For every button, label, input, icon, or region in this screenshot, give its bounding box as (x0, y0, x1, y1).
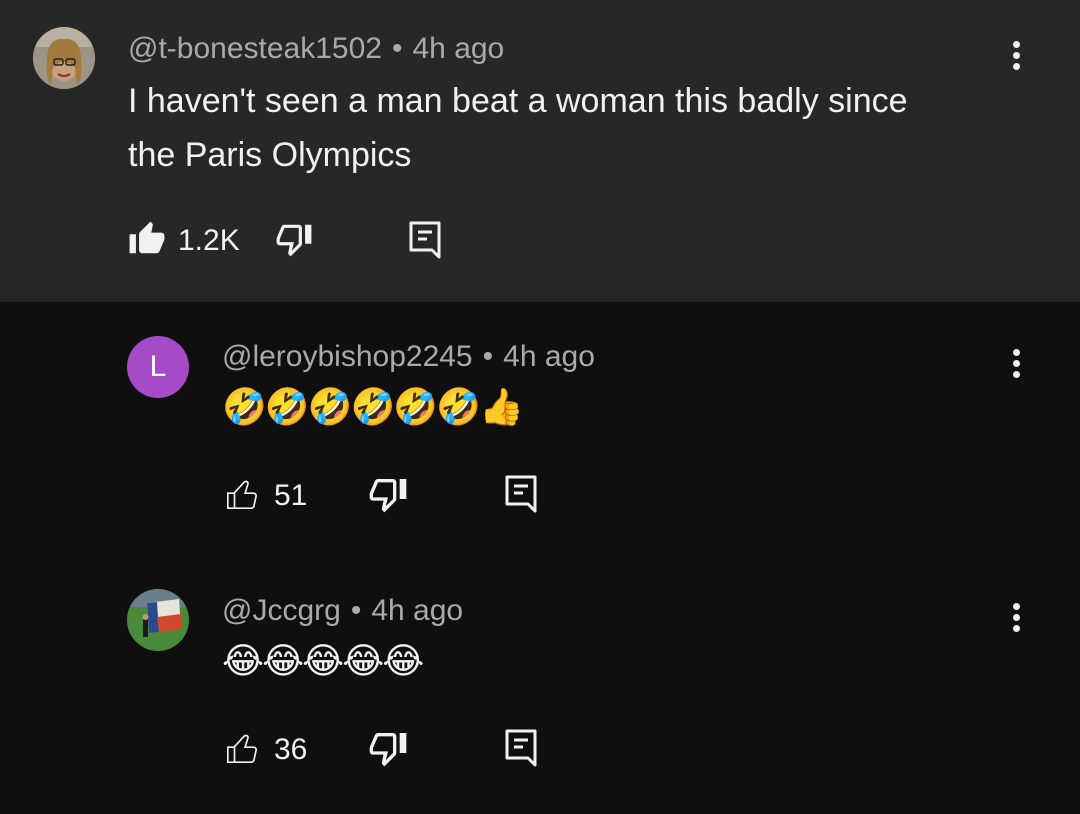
thumbs-up-icon (227, 480, 258, 509)
reply-button[interactable] (408, 220, 442, 265)
comment-text-line: the Paris Olympics (128, 136, 412, 174)
dislike-button[interactable] (368, 728, 408, 773)
comment-text: 😂😂😂😂😂 (222, 641, 424, 682)
user-avatar[interactable]: L (127, 336, 189, 398)
comment-meta: @t-bonesteak1502 • 4h ago (128, 31, 504, 67)
reply-comment-icon (505, 729, 537, 767)
thumbs-down-icon (369, 479, 407, 513)
comment-author[interactable]: @Jccgrg (222, 594, 341, 627)
comment-time[interactable]: 4h ago (371, 594, 463, 627)
separator-dot: • (482, 340, 494, 373)
comment-time[interactable]: 4h ago (412, 32, 504, 65)
more-vertical-icon[interactable] (1006, 600, 1026, 640)
like-count: 51 (274, 479, 308, 512)
reply-button[interactable] (504, 474, 538, 519)
like-count: 36 (274, 733, 308, 766)
more-vertical-icon[interactable] (1006, 38, 1026, 78)
user-avatar[interactable] (33, 27, 95, 89)
thumbs-down-icon (276, 224, 312, 257)
like-button[interactable] (128, 220, 166, 263)
thumbs-down-icon (369, 733, 407, 767)
thumbs-up-icon (129, 221, 165, 254)
comment-text-line: I haven't seen a man beat a woman this b… (128, 82, 908, 120)
like-count: 1.2K (178, 224, 240, 257)
comment-text: 🤣🤣🤣🤣🤣🤣👍 (222, 387, 524, 428)
like-button[interactable] (222, 728, 262, 773)
comment-author[interactable]: @t-bonesteak1502 (128, 32, 382, 65)
reply-button[interactable] (504, 728, 538, 773)
user-avatar[interactable] (127, 589, 189, 651)
comment-time[interactable]: 4h ago (503, 340, 595, 373)
comment-author[interactable]: @leroybishop2245 (222, 340, 473, 373)
like-button[interactable] (222, 474, 262, 519)
reply-comment-icon (409, 221, 441, 259)
comment-meta: @Jccgrg • 4h ago (222, 593, 463, 629)
separator-dot: • (391, 32, 403, 65)
thumbs-up-icon (227, 734, 258, 763)
separator-dot: • (350, 594, 362, 627)
dislike-button[interactable] (368, 474, 408, 519)
dislike-button[interactable] (274, 220, 314, 263)
more-vertical-icon[interactable] (1006, 346, 1026, 386)
avatar-letter: L (149, 350, 167, 383)
comment-meta: @leroybishop2245 • 4h ago (222, 339, 595, 375)
highlighted-comment: @t-bonesteak1502 • 4h ago I haven't seen a… (0, 0, 1080, 302)
comment-text: I haven't seen a man beat a woman this b… (128, 74, 1008, 182)
reply-comment-icon (505, 475, 537, 513)
